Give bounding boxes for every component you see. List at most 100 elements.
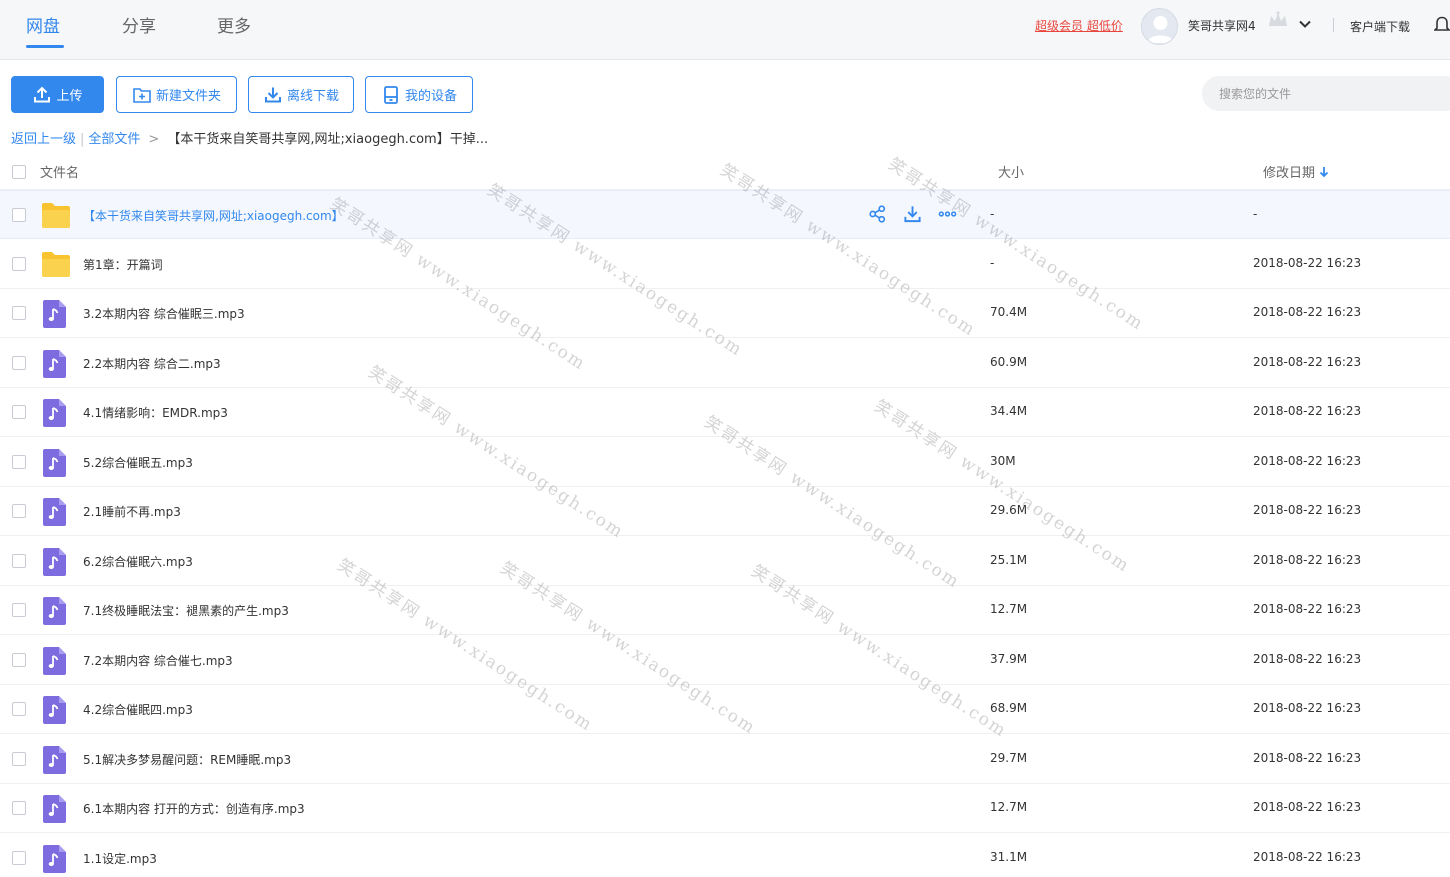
table-row[interactable]: 6.2综合催眠六.mp3 25.1M 2018-08-22 16:23: [0, 536, 1450, 586]
file-size: 30M: [990, 453, 1016, 468]
file-date: 2018-08-22 16:23: [1253, 602, 1362, 616]
breadcrumb-separator: |: [80, 132, 85, 147]
file-name[interactable]: 5.1解决多梦易醒问题：REM睡眠.mp3: [83, 751, 291, 768]
new-folder-button[interactable]: 新建文件夹: [116, 76, 237, 113]
avatar[interactable]: [1141, 8, 1178, 45]
table-row[interactable]: 4.1情绪影响：EMDR.mp3 34.4M 2018-08-22 16:23: [0, 388, 1450, 437]
file-size: 12.7M: [990, 800, 1028, 814]
file-name[interactable]: 4.1情绪影响：EMDR.mp3: [83, 404, 228, 421]
audio-file-icon: [43, 498, 66, 526]
file-size: 31.1M: [990, 849, 1028, 864]
file-date: 2018-08-22 16:23: [1253, 305, 1362, 319]
table-row[interactable]: 6.1本期内容 打开的方式：创造有序.mp3 12.7M 2018-08-22 …: [0, 784, 1450, 833]
offline-download-label: 离线下载: [286, 89, 339, 104]
table-row[interactable]: 5.2综合催眠五.mp3 30M 2018-08-22 16:23: [0, 437, 1450, 487]
audio-file-icon: [43, 696, 66, 724]
audio-file-icon: [43, 448, 66, 477]
file-name[interactable]: 6.1本期内容 打开的方式：创造有序.mp3: [83, 800, 305, 817]
tab-share[interactable]: 分享: [122, 12, 156, 37]
file-name[interactable]: 第1章：开篇词: [83, 256, 163, 273]
file-name[interactable]: 5.2综合催眠五.mp3: [83, 454, 193, 471]
row-checkbox[interactable]: [12, 208, 26, 222]
row-checkbox[interactable]: [12, 405, 26, 419]
more-options-icon[interactable]: [938, 204, 957, 224]
file-date: 2018-08-22 16:23: [1253, 701, 1362, 715]
table-row[interactable]: 7.1终极睡眠法宝：褪黑素的产生.mp3 12.7M 2018-08-22 16…: [0, 586, 1450, 635]
top-navigation: 网盘 分享 更多 超级会员 超低价 笑哥共享网4 客户端下载: [0, 0, 1450, 60]
file-name[interactable]: 2.1睡前不再.mp3: [83, 503, 181, 520]
download-icon[interactable]: [903, 204, 922, 224]
username[interactable]: 笑哥共享网4: [1188, 17, 1256, 34]
share-icon[interactable]: [868, 204, 887, 224]
row-checkbox[interactable]: [12, 850, 26, 865]
upload-icon: [34, 86, 51, 102]
device-icon: [384, 85, 398, 104]
row-checkbox[interactable]: [12, 751, 26, 766]
row-checkbox[interactable]: [12, 801, 26, 815]
my-device-button[interactable]: 我的设备: [365, 76, 473, 113]
table-row[interactable]: 2.1睡前不再.mp3 29.6M 2018-08-22 16:23: [0, 487, 1450, 536]
table-row[interactable]: 1.1设定.mp3 31.1M 2018-08-22 16:23: [0, 833, 1450, 877]
row-checkbox[interactable]: [12, 603, 26, 617]
download-icon: [264, 87, 281, 102]
table-row[interactable]: 【本干货来自笑哥共享网,网址;xiaogegh.com】 - -: [0, 190, 1450, 239]
column-header-date[interactable]: 修改日期: [1263, 162, 1329, 181]
new-folder-icon: [133, 87, 151, 103]
row-checkbox[interactable]: [12, 702, 26, 716]
select-all-checkbox[interactable]: [12, 165, 26, 179]
vip-promo-link[interactable]: 超级会员 超低价: [1035, 17, 1123, 34]
file-size: 37.9M: [990, 651, 1028, 666]
table-row[interactable]: 2.2本期内容 综合二.mp3 60.9M 2018-08-22 16:23: [0, 338, 1450, 388]
file-date: 2018-08-22 16:23: [1253, 800, 1362, 814]
file-size: 34.4M: [990, 404, 1028, 418]
audio-file-icon: [43, 399, 66, 427]
file-size: 70.4M: [990, 305, 1028, 319]
file-name[interactable]: 7.1终极睡眠法宝：褪黑素的产生.mp3: [83, 602, 289, 619]
file-name[interactable]: 2.2本期内容 综合二.mp3: [83, 355, 221, 372]
row-checkbox[interactable]: [12, 504, 26, 518]
row-checkbox[interactable]: [12, 652, 26, 667]
upload-button[interactable]: 上传: [11, 76, 104, 113]
row-checkbox[interactable]: [12, 355, 26, 370]
app-window: 网盘 分享 更多 超级会员 超低价 笑哥共享网4 客户端下载 上传 新建文件夹 …: [0, 0, 1450, 877]
breadcrumb-all-files-link[interactable]: 全部文件: [88, 132, 140, 147]
audio-file-icon: [43, 547, 66, 576]
table-row[interactable]: 7.2本期内容 综合催七.mp3 37.9M 2018-08-22 16:23: [0, 635, 1450, 685]
file-name[interactable]: 【本干货来自笑哥共享网,网址;xiaogegh.com】: [83, 207, 344, 224]
file-name[interactable]: 4.2综合催眠四.mp3: [83, 701, 193, 718]
client-download-link[interactable]: 客户端下载: [1350, 18, 1410, 35]
table-row[interactable]: 3.2本期内容 综合催眠三.mp3 70.4M 2018-08-22 16:23: [0, 289, 1450, 338]
sort-down-arrow-icon[interactable]: [1319, 166, 1329, 178]
file-name[interactable]: 6.2综合催眠六.mp3: [83, 553, 193, 570]
file-name[interactable]: 3.2本期内容 综合催眠三.mp3: [83, 305, 245, 322]
bell-icon[interactable]: [1434, 15, 1450, 33]
column-header-size[interactable]: 大小: [998, 162, 1024, 181]
file-date: 2018-08-22 16:23: [1253, 849, 1362, 864]
row-checkbox[interactable]: [12, 553, 26, 568]
file-date: 2018-08-22 16:23: [1253, 404, 1362, 418]
row-checkbox[interactable]: [12, 256, 26, 271]
tab-more[interactable]: 更多: [217, 12, 251, 37]
file-size: -: [990, 207, 995, 221]
offline-download-button[interactable]: 离线下载: [248, 76, 354, 113]
row-checkbox[interactable]: [12, 306, 26, 320]
file-date: 2018-08-22 16:23: [1253, 552, 1362, 567]
breadcrumb-chevron: >: [148, 132, 160, 147]
chevron-down-icon[interactable]: [1298, 17, 1312, 31]
table-row[interactable]: 5.1解决多梦易醒问题：REM睡眠.mp3 29.7M 2018-08-22 1…: [0, 734, 1450, 784]
table-row[interactable]: 第1章：开篇词 - 2018-08-22 16:23: [0, 239, 1450, 289]
table-row[interactable]: 4.2综合催眠四.mp3 68.9M 2018-08-22 16:23: [0, 685, 1450, 734]
row-checkbox[interactable]: [12, 454, 26, 469]
search-input[interactable]: [1202, 76, 1450, 111]
file-name[interactable]: 1.1设定.mp3: [83, 850, 157, 867]
tab-netdisk[interactable]: 网盘: [26, 12, 60, 37]
new-folder-label: 新建文件夹: [155, 89, 221, 104]
file-size: 68.9M: [990, 701, 1028, 715]
column-header-name[interactable]: 文件名: [40, 162, 79, 181]
file-size: 29.6M: [990, 503, 1028, 517]
active-tab-indicator: [26, 45, 64, 48]
breadcrumb-back-link[interactable]: 返回上一级: [11, 132, 76, 147]
file-name[interactable]: 7.2本期内容 综合催七.mp3: [83, 652, 233, 669]
column-header-date-label: 修改日期: [1263, 166, 1316, 181]
audio-file-icon: [43, 795, 66, 823]
